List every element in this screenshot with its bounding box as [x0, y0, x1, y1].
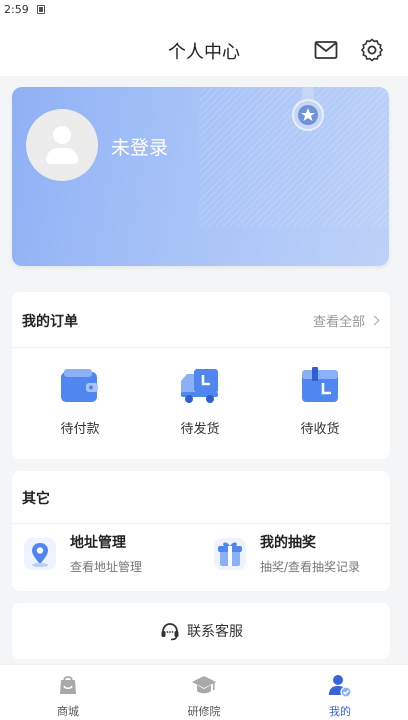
- shop-bag-icon: [60, 676, 76, 694]
- page-title: 个人中心: [168, 42, 240, 63]
- order-pending-payment[interactable]: 待付款: [50, 364, 110, 437]
- avatar-placeholder-icon[interactable]: [26, 109, 98, 181]
- bottom-tab-bar: 商城 研修院 我的: [0, 664, 408, 720]
- app-header: 个人中心: [0, 18, 408, 76]
- orders-title: 我的订单: [22, 314, 78, 330]
- tab-label: 商城: [57, 705, 79, 718]
- tab-mine[interactable]: 我的: [272, 665, 408, 720]
- view-all-label: 查看全部: [312, 315, 365, 330]
- other-title: 其它: [22, 491, 50, 507]
- contact-service-label: 联系客服: [187, 624, 243, 640]
- view-all-orders-link[interactable]: 查看全部: [312, 311, 380, 330]
- tab-label: 研修院: [187, 705, 221, 718]
- feature-subtitle: 查看地址管理: [70, 560, 143, 574]
- feature-subtitle: 抽奖/查看抽奖记录: [260, 560, 361, 574]
- order-pending-receipt[interactable]: 待收货: [290, 364, 350, 437]
- headset-icon: [161, 623, 179, 641]
- order-label: 待付款: [60, 422, 100, 437]
- mail-icon[interactable]: [314, 38, 338, 62]
- other-section: 其它 地址管理 查看地址管理 我的抽奖 抽奖/查看抽奖记录: [12, 471, 390, 591]
- medal-icon: [292, 87, 324, 131]
- status-bar: 2:59: [0, 0, 408, 18]
- graduation-cap-icon: [192, 676, 216, 694]
- address-management-item[interactable]: 地址管理 查看地址管理: [22, 532, 202, 582]
- gear-icon[interactable]: [360, 38, 384, 62]
- status-time: 2:59: [4, 2, 29, 16]
- order-label: 待发货: [180, 422, 220, 437]
- login-status-label[interactable]: 未登录: [111, 133, 168, 160]
- delivery-truck-icon: [181, 369, 218, 403]
- order-pending-shipment[interactable]: 待发货: [170, 364, 230, 437]
- tab-label: 我的: [329, 705, 351, 718]
- tab-academy[interactable]: 研修院: [136, 665, 272, 720]
- feature-title: 我的抽奖: [260, 535, 316, 551]
- my-lottery-item[interactable]: 我的抽奖 抽奖/查看抽奖记录: [212, 532, 392, 582]
- sim-card-icon: [36, 4, 45, 14]
- location-pin-icon: [24, 538, 56, 570]
- chevron-right-icon: [369, 315, 380, 326]
- wallet-icon: [61, 369, 98, 402]
- gift-icon: [214, 538, 246, 570]
- orders-section: 我的订单 查看全部 待付款 待发货 待收货: [12, 292, 390, 459]
- order-label: 待收货: [300, 422, 340, 437]
- divider: [12, 347, 390, 348]
- package-box-icon: [302, 367, 338, 402]
- tab-shop[interactable]: 商城: [0, 665, 136, 720]
- profile-card[interactable]: 未登录: [12, 87, 389, 266]
- user-profile-icon: [329, 675, 352, 698]
- feature-title: 地址管理: [70, 535, 126, 551]
- contact-service-button[interactable]: 联系客服: [12, 603, 390, 659]
- divider: [12, 523, 390, 524]
